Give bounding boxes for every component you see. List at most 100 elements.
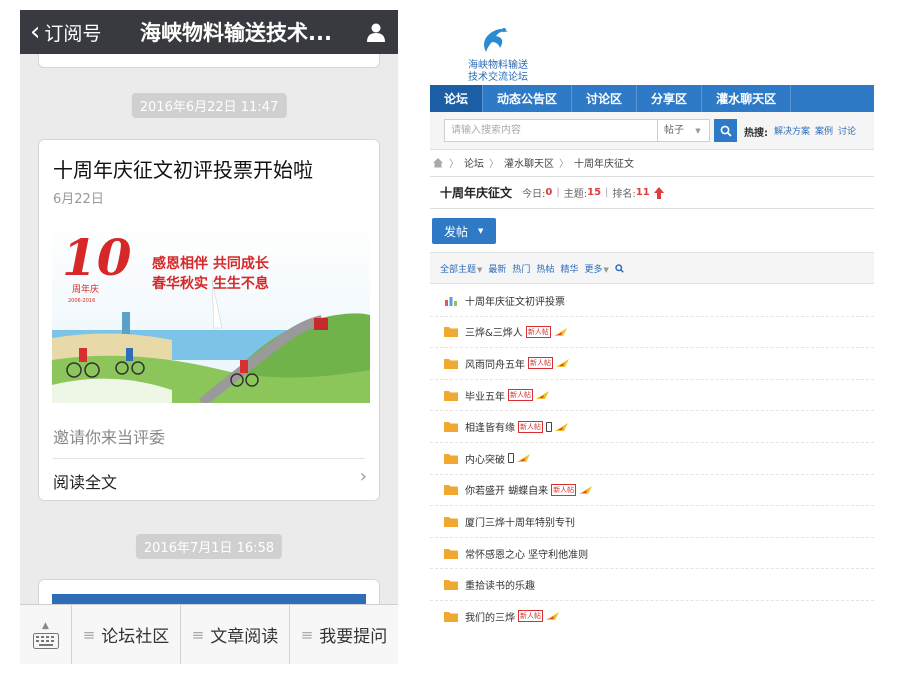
breadcrumb-chat[interactable]: 灌水聊天区 xyxy=(504,155,554,170)
account-title: 海峡物料输送技术... xyxy=(140,21,332,45)
nav-announcements[interactable]: 动态公告区 xyxy=(483,85,573,112)
search-type-select[interactable]: 帖子 ▼ xyxy=(658,119,710,142)
thread-row[interactable]: 我们的三烨 新人帖 xyxy=(430,601,874,632)
thread-title[interactable]: 厦门三烨十周年特别专刊 xyxy=(465,514,575,529)
thread-row[interactable]: 十周年庆征文初评投票 xyxy=(430,285,874,317)
wechat-header: ‹ 订阅号 海峡物料输送技术... xyxy=(20,10,398,54)
breadcrumb-separator: 〉 xyxy=(559,158,569,170)
thread-title[interactable]: 风雨同舟五年 xyxy=(465,356,525,371)
caret-up-icon: ▲ xyxy=(42,620,49,631)
folder-icon xyxy=(444,485,458,496)
thread-title[interactable]: 我们的三烨 xyxy=(465,609,515,624)
search-input[interactable]: 请输入搜索内容 xyxy=(444,119,658,142)
previous-message-card[interactable] xyxy=(38,54,380,68)
thread-row[interactable]: 相逢皆有缘 新人帖 xyxy=(430,411,874,443)
thread-title[interactable]: 相逢皆有缘 xyxy=(465,419,515,434)
mobile-post-icon xyxy=(508,453,514,464)
new-user-badge: 新人帖 xyxy=(525,325,551,338)
home-icon[interactable] xyxy=(432,157,444,168)
menu-forum-community[interactable]: ≡ 论坛社区 xyxy=(72,605,181,664)
thread-row[interactable]: 重拾读书的乐趣 xyxy=(430,569,874,601)
menu-ask-question[interactable]: ≡ 我要提问 xyxy=(290,605,398,664)
article-banner-image[interactable]: 10 周年庆 2006-2016 感恩相伴 共同成长 春华秋实 生生不息 xyxy=(52,220,370,403)
hot-flame-icon xyxy=(553,327,567,336)
wechat-screen: ‹ 订阅号 海峡物料输送技术... 2016年6月22日 11:47 十周年庆征… xyxy=(20,10,398,664)
thread-title[interactable]: 常怀感恩之心 坚守利他准则 xyxy=(465,546,588,561)
thread-row[interactable]: 厦门三烨十周年特别专刊 xyxy=(430,506,874,538)
thread-title[interactable]: 三烨&三烨人 xyxy=(465,324,523,339)
hot-search-links: 解决方案 案例 讨论 xyxy=(774,124,861,137)
folder-icon xyxy=(444,358,458,369)
filter-popular[interactable]: 热门 xyxy=(512,262,530,275)
folder-icon xyxy=(444,548,458,559)
rank-value: 11 xyxy=(635,187,650,198)
thread-row[interactable]: 三烨&三烨人 新人帖 xyxy=(430,317,874,349)
chevron-left-icon: ‹ xyxy=(30,17,41,47)
article-description: 邀请你来当评委 xyxy=(53,428,166,447)
filter-digest[interactable]: 精华 xyxy=(560,262,578,275)
dolphin-logo-icon xyxy=(484,28,508,52)
thread-title[interactable]: 十周年庆征文初评投票 xyxy=(465,293,565,308)
folder-icon xyxy=(444,422,458,433)
nav-chat[interactable]: 灌水聊天区 xyxy=(702,85,792,112)
forum-logo[interactable]: 海峡物料输送 技术交流论坛 xyxy=(446,26,528,83)
new-user-badge: 新人帖 xyxy=(518,610,543,623)
thread-title[interactable]: 你若盛开 蝴蝶自来 xyxy=(465,482,548,497)
breadcrumb-separator: 〉 xyxy=(489,158,499,170)
search-button[interactable] xyxy=(714,119,737,142)
today-count: 0 xyxy=(545,187,553,198)
thread-title[interactable]: 重拾读书的乐趣 xyxy=(465,577,535,592)
nav-forum[interactable]: 论坛 xyxy=(430,85,484,112)
poll-icon xyxy=(445,296,457,306)
menu-icon: ≡ xyxy=(300,625,314,644)
thread-row[interactable]: 毕业五年 新人帖 xyxy=(430,380,874,412)
keyboard-toggle-button[interactable]: ▲ xyxy=(20,605,72,664)
message-timestamp: 2016年6月22日 11:47 xyxy=(131,93,287,118)
menu-icon: ≡ xyxy=(191,625,205,644)
folder-icon xyxy=(444,327,458,338)
thread-title[interactable]: 毕业五年 xyxy=(465,388,505,403)
keyboard-icon xyxy=(32,632,59,649)
read-more-link[interactable]: 阅读全文 xyxy=(53,469,117,493)
article-card[interactable]: 十周年庆征文初评投票开始啦 6月22日 10 周年庆 2006-2016 感恩相… xyxy=(38,139,380,501)
menu-icon: ≡ xyxy=(82,625,96,644)
topic-count: 15 xyxy=(587,187,602,198)
new-post-button[interactable]: 发帖 ▼ xyxy=(432,218,496,244)
thread-row[interactable]: 风雨同舟五年 新人帖 xyxy=(430,348,874,380)
thread-filter-bar: 全部主题▼ 最新 热门 热帖 精华 更多▼ xyxy=(430,252,874,284)
hot-link[interactable]: 案例 xyxy=(815,127,833,137)
logo-text-line2: 技术交流论坛 xyxy=(468,72,528,83)
hot-link[interactable]: 讨论 xyxy=(838,127,856,137)
new-user-badge: 新人帖 xyxy=(551,483,577,496)
thread-title[interactable]: 内心突破 xyxy=(465,451,505,466)
menu-article-reading[interactable]: ≡ 文章阅读 xyxy=(181,605,290,664)
hot-flame-icon xyxy=(536,391,549,400)
new-user-badge: 新人帖 xyxy=(528,357,553,370)
caret-down-icon: ▼ xyxy=(478,227,484,235)
article-title[interactable]: 十周年庆征文初评投票开始啦 xyxy=(53,154,313,183)
back-button[interactable]: ‹ 订阅号 xyxy=(20,19,132,46)
user-profile-icon[interactable] xyxy=(354,10,398,54)
folder-icon xyxy=(444,580,458,591)
message-timestamp: 2016年7月1日 16:58 xyxy=(135,534,283,559)
nav-discussion[interactable]: 讨论区 xyxy=(572,85,638,112)
chevron-right-icon[interactable]: › xyxy=(360,466,367,487)
folder-icon xyxy=(444,390,458,401)
breadcrumb-forum[interactable]: 论坛 xyxy=(464,155,484,170)
filter-all[interactable]: 全部主题▼ xyxy=(440,262,482,275)
breadcrumb-board[interactable]: 十周年庆征文 xyxy=(574,155,634,170)
filter-latest[interactable]: 最新 xyxy=(488,262,506,275)
thread-row[interactable]: 常怀感恩之心 坚守利他准则 xyxy=(430,538,874,570)
hot-flame-icon xyxy=(517,454,530,463)
svg-text:10: 10 xyxy=(62,228,132,287)
back-label: 订阅号 xyxy=(44,22,102,45)
filter-more[interactable]: 更多▼ xyxy=(584,262,608,275)
thread-row[interactable]: 内心突破 xyxy=(430,443,874,475)
nav-share[interactable]: 分享区 xyxy=(637,85,703,112)
search-icon[interactable] xyxy=(615,263,624,273)
filter-hot[interactable]: 热帖 xyxy=(536,262,554,275)
thread-row[interactable]: 你若盛开 蝴蝶自来 新人帖 xyxy=(430,475,874,507)
rank-up-arrow-icon xyxy=(653,186,664,199)
forum-nav: 论坛 动态公告区 讨论区 分享区 灌水聊天区 xyxy=(430,85,874,112)
hot-link[interactable]: 解决方案 xyxy=(774,127,810,137)
